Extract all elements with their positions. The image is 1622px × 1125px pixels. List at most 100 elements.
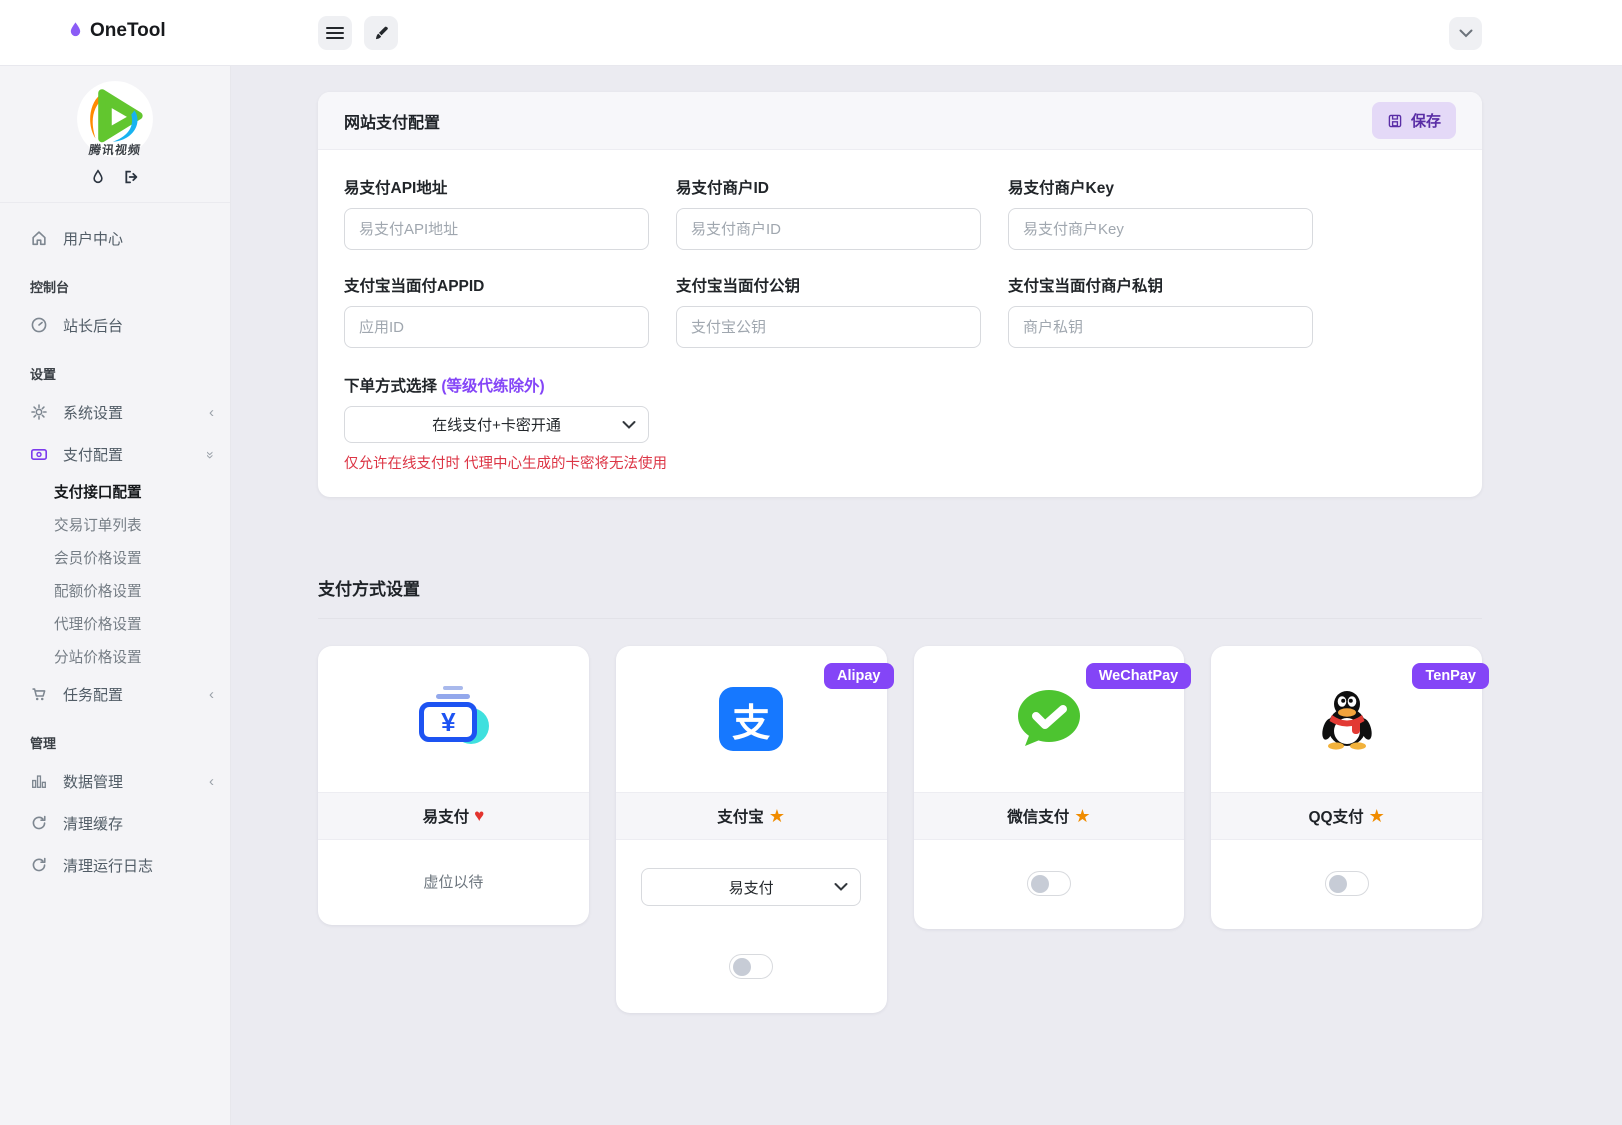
sidebar-item-label: 任务配置 — [63, 686, 124, 704]
field-epay-merchant-key: 易支付商户Key — [1008, 176, 1313, 250]
epay-merchant-id-input[interactable] — [676, 208, 981, 250]
sidebar-subitem-member-price[interactable]: 会员价格设置 — [0, 541, 230, 574]
sidebar-item-task-config[interactable]: 任务配置 ‹ — [0, 673, 230, 715]
tenpay-badge: TenPay — [1412, 663, 1489, 689]
sidebar-menu: 用户中心 控制台 站长后台 设置 系统设置 ‹ 支付配置 » 支付接口配置 交易… — [0, 203, 230, 886]
bar-chart-icon — [30, 772, 48, 790]
qq-enable-toggle[interactable] — [1324, 871, 1369, 896]
order-mode-selected-value: 在线支付+卡密开通 — [432, 417, 561, 434]
droplet-icon[interactable] — [90, 168, 106, 186]
sidebar-item-label: 清理缓存 — [63, 815, 124, 833]
wechat-pay-logo-icon — [1017, 690, 1080, 746]
field-label: 支付宝当面付商户私钥 — [1008, 278, 1164, 295]
order-mode-select[interactable]: 在线支付+卡密开通 — [344, 406, 649, 443]
sidebar-subitem-substation-price[interactable]: 分站价格设置 — [0, 640, 230, 673]
field-label: 支付宝当面付APPID — [344, 278, 485, 295]
chevron-left-icon: ‹ — [209, 403, 214, 421]
sidebar-item-label: 站长后台 — [63, 317, 124, 335]
card-name: 支付宝 — [717, 809, 764, 826]
topbar: OneTool — [0, 0, 1622, 66]
field-label: 易支付API地址 — [344, 180, 448, 197]
sidebar-item-clear-logs[interactable]: 清理运行日志 — [0, 844, 230, 886]
logout-icon[interactable] — [122, 168, 140, 186]
sidebar-item-payment-config[interactable]: 支付配置 » — [0, 433, 230, 475]
star-icon: ★ — [768, 805, 785, 826]
card-name: QQ支付 — [1308, 809, 1364, 826]
sidebar-item-clear-cache[interactable]: 清理缓存 — [0, 802, 230, 844]
sidebar-subitem-agent-price[interactable]: 代理价格设置 — [0, 607, 230, 640]
order-mode-block: 下单方式选择 (等级代练除外) 在线支付+卡密开通 仅允许在线支付时 代理中心生… — [344, 374, 1456, 473]
field-label: 支付宝当面付公钥 — [676, 278, 801, 295]
theme-button[interactable] — [364, 16, 398, 50]
home-icon — [30, 229, 48, 247]
alipay-channel-selected-value: 易支付 — [728, 879, 774, 897]
brand-logo[interactable]: OneTool — [68, 20, 166, 42]
sidebar-item-system-settings[interactable]: 系统设置 ‹ — [0, 391, 230, 433]
card-title-band: QQ支付 ★ — [1211, 792, 1482, 840]
order-mode-note[interactable]: (等级代练除外) — [441, 378, 544, 395]
topbar-dropdown-button[interactable] — [1449, 17, 1482, 50]
gauge-icon — [30, 316, 48, 334]
alipay-channel-select[interactable]: 易支付 — [641, 868, 862, 906]
payment-cards-row: ¥ 易支付 ♥ 虚位以待 Alipay 支 支付宝 ★ 易支付 WeChatPa… — [318, 646, 1489, 1013]
avatar[interactable]: 腾讯视频 — [76, 80, 154, 158]
alipay-private-key-input[interactable] — [1008, 306, 1313, 348]
alipay-logo-icon: 支 — [719, 687, 784, 751]
sidebar-subitem-quota-price[interactable]: 配额价格设置 — [0, 574, 230, 607]
wechatpay-badge: WeChatPay — [1085, 663, 1192, 689]
sidebar-item-label: 系统设置 — [63, 404, 124, 422]
card-header: 网站支付配置 保存 — [318, 92, 1482, 150]
hamburger-icon — [326, 26, 344, 40]
floppy-save-icon — [1387, 113, 1403, 129]
chevron-left-icon: ‹ — [209, 772, 214, 790]
pay-card-alipay: Alipay 支 支付宝 ★ 易支付 — [615, 646, 894, 1013]
droplet-logo-icon — [68, 21, 83, 41]
banknote-icon — [30, 445, 48, 463]
epay-api-url-input[interactable] — [344, 208, 649, 250]
avatar-caption: 腾讯视频 — [87, 143, 142, 157]
placeholder-text: 虚位以待 — [423, 874, 484, 891]
methods-section-title: 支付方式设置 — [318, 580, 420, 599]
chevron-down-icon — [834, 883, 848, 892]
field-alipay-appid: 支付宝当面付APPID — [344, 274, 649, 348]
alipay-appid-input[interactable] — [344, 306, 649, 348]
sidebar-subitem-payment-interface[interactable]: 支付接口配置 — [0, 475, 230, 508]
payment-config-card: 网站支付配置 保存 易支付API地址 易支付商户ID 易支付商户Ke — [318, 92, 1482, 497]
order-mode-label: 下单方式选择 (等级代练除外) — [344, 374, 1456, 396]
sidebar-section-console: 控制台 — [30, 280, 70, 295]
sidebar-item-label: 用户中心 — [63, 230, 124, 248]
chevron-down-icon — [622, 420, 636, 429]
sidebar-subitem-order-list[interactable]: 交易订单列表 — [0, 508, 230, 541]
profile-block: 腾讯视频 — [0, 66, 230, 203]
sidebar-toggle-button[interactable] — [318, 16, 352, 50]
sidebar-item-label: 支付配置 — [63, 446, 124, 464]
order-mode-label-text: 下单方式选择 — [344, 378, 438, 395]
card-body — [914, 840, 1185, 929]
sidebar-item-data-management[interactable]: 数据管理 ‹ — [0, 760, 230, 802]
card-name: 易支付 — [422, 809, 470, 826]
qq-penguin-logo-icon — [1321, 691, 1372, 750]
sidebar: 腾讯视频 用户中心 控制台 站长后台 设置 系统设置 ‹ 支付配置 » 支付接口… — [0, 66, 231, 1125]
field-epay-merchant-id: 易支付商户ID — [676, 176, 981, 250]
save-button[interactable]: 保存 — [1371, 102, 1456, 139]
field-alipay-private-key: 支付宝当面付商户私钥 — [1008, 274, 1313, 348]
card-body: 虚位以待 — [318, 840, 589, 925]
epay-wallet-icon: ¥ — [417, 686, 490, 752]
refresh-icon — [30, 856, 48, 874]
epay-merchant-key-input[interactable] — [1008, 208, 1313, 250]
sidebar-item-user-center[interactable]: 用户中心 — [0, 217, 230, 259]
wechat-enable-toggle[interactable] — [1026, 871, 1071, 896]
section-divider — [318, 618, 1482, 619]
sidebar-section-settings: 设置 — [30, 367, 57, 382]
sidebar-item-webmaster-backend[interactable]: 站长后台 — [0, 304, 230, 346]
card-title-band: 微信支付 ★ — [913, 792, 1185, 840]
toggle-knob — [1328, 874, 1347, 893]
alipay-public-key-input[interactable] — [676, 306, 981, 348]
sidebar-section-management: 管理 — [30, 736, 57, 751]
alipay-enable-toggle[interactable] — [729, 954, 774, 979]
field-epay-api-url: 易支付API地址 — [344, 176, 649, 250]
gear-icon — [30, 403, 48, 421]
star-icon: ★ — [1074, 805, 1091, 826]
star-icon: ★ — [1368, 805, 1385, 826]
chevrons-down-icon: » — [203, 451, 220, 457]
